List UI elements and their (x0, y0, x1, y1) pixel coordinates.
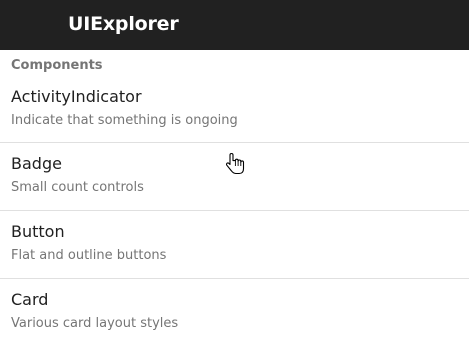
list-item-title: Card (11, 290, 49, 309)
list-item-button[interactable]: Button Flat and outline buttons (0, 210, 469, 278)
app-window: UIExplorer Components ActivityIndicator … (0, 0, 469, 343)
list-item-subtitle: Small count controls (11, 180, 144, 195)
components-list: ActivityIndicator Indicate that somethin… (0, 75, 469, 343)
list-item-title: ActivityIndicator (11, 87, 142, 106)
list-item-subtitle: Indicate that something is ongoing (11, 113, 238, 128)
list-item-title: Button (11, 222, 65, 241)
section-header-components: Components (11, 58, 103, 73)
list-item-subtitle: Various card layout styles (11, 316, 179, 331)
list-item-activityindicator[interactable]: ActivityIndicator Indicate that somethin… (0, 75, 469, 142)
app-bar: UIExplorer (0, 0, 469, 50)
list-item-title: Badge (11, 154, 62, 173)
list-item-card[interactable]: Card Various card layout styles (0, 278, 469, 343)
list-item-badge[interactable]: Badge Small count controls (0, 142, 469, 210)
app-bar-title: UIExplorer (68, 13, 179, 35)
list-item-subtitle: Flat and outline buttons (11, 248, 167, 263)
